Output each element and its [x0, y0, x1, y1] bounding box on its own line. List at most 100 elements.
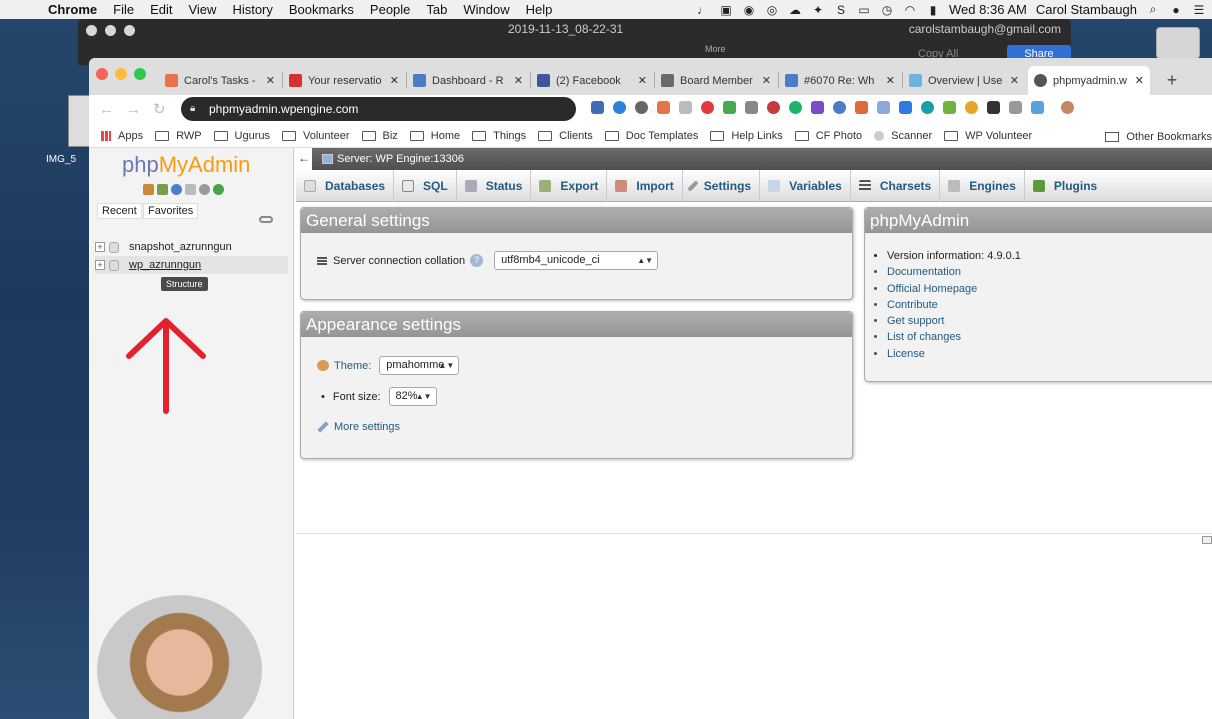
bookmark-cf-photo[interactable]: CF Photo — [794, 130, 862, 142]
tab-overview[interactable]: Overview | Use ✕ — [903, 66, 1025, 95]
collation-select[interactable]: utf8mb4_unicode_ci ▲▼ — [494, 251, 659, 270]
official-homepage-link[interactable]: Official Homepage — [887, 281, 1021, 297]
back-icon[interactable]: ← — [99, 101, 126, 118]
console-toggle[interactable] — [1202, 536, 1212, 544]
minimize-window-icon[interactable] — [115, 68, 127, 80]
bookmark-clients[interactable]: Clients — [538, 130, 593, 142]
menu-app-name[interactable]: Chrome — [40, 2, 105, 17]
menu-view[interactable]: View — [180, 2, 224, 17]
close-tab-icon[interactable]: ✕ — [266, 74, 275, 87]
airplay-icon[interactable]: ▭ — [857, 3, 871, 17]
get-support-link[interactable]: Get support — [887, 313, 1021, 329]
close-tab-icon[interactable]: ✕ — [390, 74, 399, 87]
extension-v-icon[interactable] — [591, 101, 604, 114]
other-bookmarks[interactable]: Other Bookmarks — [1105, 125, 1212, 148]
collapse-nav-icon[interactable]: ← — [296, 148, 312, 170]
tab-phpmyadmin[interactable]: phpmyadmin.w ✕ — [1028, 66, 1150, 95]
minimize-dot-icon[interactable] — [105, 25, 116, 36]
menu-edit[interactable]: Edit — [142, 2, 180, 17]
forward-icon[interactable]: → — [126, 101, 153, 118]
license-link[interactable]: License — [887, 346, 1021, 362]
phpmyadmin-logo[interactable]: phpMyAdmin — [122, 152, 250, 178]
extension-circle-icon[interactable] — [921, 101, 934, 114]
menu-variables[interactable]: Variables — [760, 169, 851, 202]
battery-icon[interactable]: ▮ — [926, 3, 940, 17]
close-tab-icon[interactable]: ✕ — [638, 74, 647, 87]
favorites-tab[interactable]: Favorites — [143, 203, 199, 219]
settings-gear-icon[interactable] — [199, 184, 210, 195]
extension-1password-icon[interactable] — [613, 101, 626, 114]
close-tab-icon[interactable]: ✕ — [762, 74, 771, 87]
extension-note-icon[interactable] — [679, 101, 692, 114]
bookmark-wp-volunteer[interactable]: WP Volunteer — [944, 130, 1032, 142]
menu-engines[interactable]: Engines — [940, 169, 1025, 202]
menu-status[interactable]: Status — [457, 169, 532, 202]
tab-carols-tasks[interactable]: Carol's Tasks - ✕ — [159, 66, 281, 95]
new-tab-button[interactable]: + — [1160, 68, 1184, 92]
wifi-icon[interactable]: ◠ — [903, 3, 917, 17]
menu-settings[interactable]: Settings — [683, 169, 761, 202]
time-machine-icon[interactable]: ◷ — [880, 3, 894, 17]
docs-icon[interactable] — [185, 184, 196, 195]
more-settings-link[interactable]: More settings — [334, 421, 400, 433]
extension-b-icon[interactable] — [811, 101, 824, 114]
menu-bookmarks[interactable]: Bookmarks — [281, 2, 362, 17]
tab-dashboard[interactable]: Dashboard - R ✕ — [407, 66, 529, 95]
server-label[interactable]: Server: WP Engine:13306 — [337, 153, 464, 165]
menu-history[interactable]: History — [224, 2, 280, 17]
bookmark-home[interactable]: Home — [409, 130, 460, 142]
calendar-icon[interactable]: ▣ — [719, 3, 733, 17]
extension-code-icon[interactable] — [877, 101, 890, 114]
menu-databases[interactable]: Databases — [296, 169, 395, 202]
reload-icon[interactable]: ↻ — [153, 101, 178, 118]
contribute-link[interactable]: Contribute — [887, 297, 1021, 313]
url-text[interactable]: phpmyadmin.wpengine.com — [209, 102, 358, 116]
bookmark-help-links[interactable]: Help Links — [710, 130, 783, 142]
help-icon[interactable]: ? — [470, 254, 484, 267]
theme-label[interactable]: Theme: — [334, 360, 371, 372]
extension-pinterest-icon[interactable] — [701, 101, 714, 114]
tab-6070[interactable]: #6070 Re: Wh ✕ — [779, 66, 901, 95]
reload-nav-icon[interactable] — [213, 184, 224, 195]
recent-tab[interactable]: Recent — [97, 203, 142, 219]
menu-plugins[interactable]: Plugins — [1025, 170, 1105, 202]
zoom-window-icon[interactable] — [134, 68, 146, 80]
bookmark-things[interactable]: Things — [472, 130, 526, 142]
menu-export[interactable]: Export — [531, 169, 608, 202]
tab-facebook[interactable]: (2) Facebook ✕ — [531, 66, 653, 95]
documentation-link[interactable]: Documentation — [887, 264, 1021, 280]
link-with-main-panel-icon[interactable] — [259, 216, 273, 223]
bookmark-rwp[interactable]: RWP — [155, 130, 202, 142]
menu-sql[interactable]: SQL — [394, 169, 457, 202]
notification-center-icon[interactable]: ☰ — [1192, 3, 1206, 17]
lock-icon[interactable]: 🔒︎ — [190, 97, 195, 121]
bookmark-biz[interactable]: Biz — [361, 130, 398, 142]
bookmark-apps[interactable]: Apps — [101, 130, 143, 142]
spotlight-search-icon[interactable]: ⌕ — [1146, 2, 1160, 17]
extension-asana-icon[interactable] — [657, 101, 670, 114]
menu-charsets[interactable]: Charsets — [851, 169, 941, 202]
extension-a-icon[interactable] — [833, 101, 846, 114]
close-tab-icon[interactable]: ✕ — [1010, 74, 1019, 87]
profile-avatar-icon[interactable] — [1061, 101, 1074, 114]
extension-puzzle-icon[interactable] — [1009, 101, 1022, 114]
home-icon[interactable] — [143, 184, 154, 195]
zoom-dot-icon[interactable] — [124, 25, 135, 36]
menu-help[interactable]: Help — [518, 2, 561, 17]
tab-board-member[interactable]: Board Member ✕ — [655, 66, 777, 95]
database-name[interactable]: wp_azrunngun — [129, 259, 201, 271]
user-name[interactable]: Carol Stambaugh — [1036, 2, 1137, 17]
extension-target-icon[interactable] — [767, 101, 780, 114]
background-window-more[interactable]: More — [705, 44, 726, 54]
extension-evernote-icon[interactable] — [723, 101, 736, 114]
clock[interactable]: Wed 8:36 AM — [949, 2, 1027, 17]
close-window-icon[interactable] — [96, 68, 108, 80]
help-icon[interactable] — [171, 184, 182, 195]
close-dot-icon[interactable] — [86, 25, 97, 36]
expand-icon[interactable]: + — [95, 260, 105, 270]
db-tree-item[interactable]: + snapshot_azrunngun — [95, 238, 288, 256]
db-tree-item[interactable]: + wp_azrunngun — [95, 256, 288, 274]
theme-select[interactable]: pmahomme ▲▼ — [379, 356, 460, 375]
menu-window[interactable]: Window — [455, 2, 517, 17]
desktop-file-label[interactable]: IMG_5 — [46, 154, 76, 165]
